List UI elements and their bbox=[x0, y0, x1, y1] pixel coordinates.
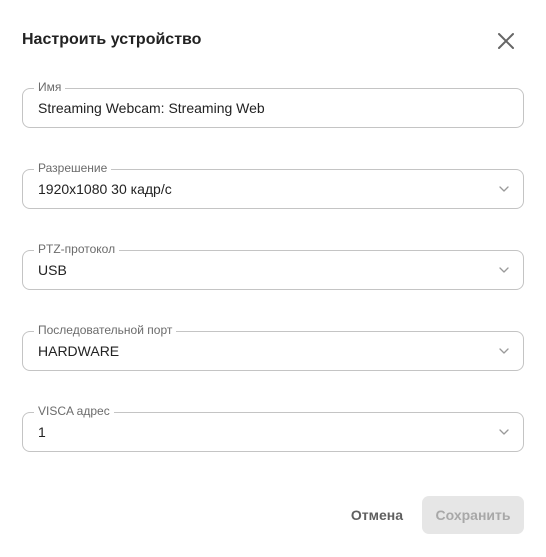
chevron-down-icon bbox=[499, 267, 509, 273]
ptz-protocol-select-value: USB bbox=[38, 262, 67, 278]
name-field[interactable]: Имя Streaming Webcam: Streaming Web bbox=[22, 80, 524, 128]
resolution-select[interactable]: Разрешение 1920x1080 30 кадр/с bbox=[22, 161, 524, 209]
close-icon bbox=[498, 33, 514, 49]
name-field-label: Имя bbox=[34, 80, 66, 94]
name-field-value: Streaming Webcam: Streaming Web bbox=[38, 100, 265, 116]
serial-port-select[interactable]: Последовательной порт HARDWARE bbox=[22, 323, 524, 371]
resolution-select-value: 1920x1080 30 кадр/с bbox=[38, 181, 172, 197]
serial-port-select-label: Последовательной порт bbox=[34, 323, 177, 337]
chevron-down-icon bbox=[499, 429, 509, 435]
close-button[interactable] bbox=[494, 29, 518, 53]
cancel-button[interactable]: Отмена bbox=[345, 496, 409, 534]
visca-address-select[interactable]: VISCA адрес 1 bbox=[22, 404, 524, 452]
visca-address-select-value: 1 bbox=[38, 424, 46, 440]
resolution-select-label: Разрешение bbox=[34, 161, 112, 175]
visca-address-select-label: VISCA адрес bbox=[34, 404, 114, 418]
serial-port-select-value: HARDWARE bbox=[38, 343, 120, 359]
dialog-title: Настроить устройство bbox=[22, 31, 202, 48]
ptz-protocol-select-label: PTZ-протокол bbox=[34, 242, 120, 256]
chevron-down-icon bbox=[499, 186, 509, 192]
ptz-protocol-select[interactable]: PTZ-протокол USB bbox=[22, 242, 524, 290]
chevron-down-icon bbox=[499, 348, 509, 354]
configure-device-dialog: Настроить устройство Имя Streaming Webca… bbox=[0, 0, 546, 557]
save-button[interactable]: Сохранить bbox=[422, 496, 524, 534]
